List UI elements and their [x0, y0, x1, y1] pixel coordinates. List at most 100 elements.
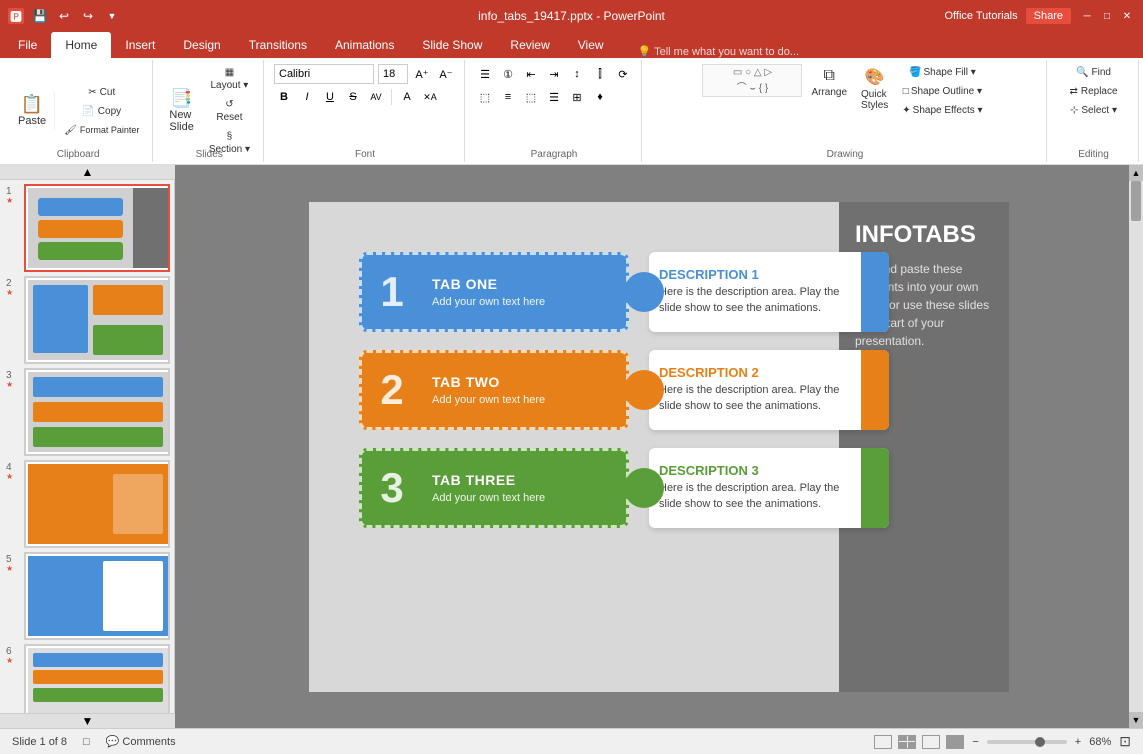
tab-file[interactable]: File	[4, 32, 51, 58]
increase-font-btn[interactable]: A⁺	[412, 64, 432, 84]
infotabs-title: INFOTABS	[855, 222, 993, 248]
zoom-in-btn[interactable]: +	[1075, 736, 1081, 748]
slide-thumb-5[interactable]	[24, 552, 170, 640]
slide-thumb-4[interactable]	[24, 460, 170, 548]
tab-transitions[interactable]: Transitions	[235, 32, 321, 58]
comments-btn[interactable]: 💬 Comments	[106, 735, 176, 748]
title-bar-right: Office Tutorials Share ─ □ ✕	[944, 8, 1135, 24]
share-btn[interactable]: Share	[1026, 8, 1071, 24]
cut-btn[interactable]: ✂Cut	[59, 84, 144, 101]
new-slide-btn[interactable]: 📑 NewSlide	[163, 85, 199, 137]
smart-art-btn[interactable]: ♦	[590, 87, 610, 107]
underline-btn[interactable]: U	[320, 87, 340, 107]
slide-thumb-1[interactable]	[24, 184, 170, 272]
quick-styles-icon: 🎨	[865, 67, 885, 87]
normal-view-btn[interactable]	[874, 735, 892, 749]
tab-text-3: TAB THREE Add your own text here	[422, 464, 626, 512]
font-size-input[interactable]	[378, 64, 408, 84]
tab-view[interactable]: View	[564, 32, 618, 58]
tab-home[interactable]: Home	[51, 32, 111, 58]
quick-styles-btn[interactable]: 🎨 QuickStyles	[856, 64, 893, 114]
tab-animations[interactable]: Animations	[321, 32, 408, 58]
fit-slide-btn[interactable]: ⊡	[1119, 733, 1131, 750]
close-btn[interactable]: ✕	[1119, 8, 1135, 24]
thumb-6-row1	[33, 653, 163, 667]
tab-design[interactable]: Design	[169, 32, 234, 58]
zoom-thumb[interactable]	[1035, 737, 1045, 747]
scroll-down-btn[interactable]: ▼	[0, 713, 175, 728]
smallcaps-btn[interactable]: AV	[366, 87, 386, 107]
customize-quick-btn[interactable]: ▼	[102, 6, 122, 26]
text-direction-btn[interactable]: ⟳	[613, 64, 633, 84]
redo-quick-btn[interactable]: ↪	[78, 6, 98, 26]
select-icon: ⊹	[1070, 105, 1078, 116]
vertical-scrollbar: ▲ ▼	[1129, 165, 1143, 728]
slide-area: ◀ INFOTABS Cut and paste these elements …	[175, 165, 1143, 728]
group-slides: 📑 NewSlide ▦ Layout ▾ ↺ Reset § Section …	[155, 60, 264, 162]
bullets-btn[interactable]: ☰	[475, 64, 495, 84]
thumb-1-tab1	[38, 198, 123, 216]
save-quick-btn[interactable]: 💾	[30, 6, 50, 26]
tab-accent-2	[861, 350, 889, 430]
reset-btn[interactable]: ↺ Reset	[204, 96, 255, 126]
format-painter-btn[interactable]: 🖌Format Painter	[59, 122, 144, 139]
tab-item-3[interactable]: 3 TAB THREE Add your own text here DESCR…	[359, 448, 889, 528]
slide-thumb-6[interactable]	[24, 644, 170, 712]
paste-btn[interactable]: 📋 Paste	[12, 91, 55, 131]
align-space-btn[interactable]: ⊞	[567, 87, 587, 107]
font-name-input[interactable]	[274, 64, 374, 84]
maximize-btn[interactable]: □	[1099, 8, 1115, 24]
zoom-out-btn[interactable]: −	[972, 736, 978, 748]
office-tutorials-btn[interactable]: Office Tutorials	[944, 10, 1017, 22]
slide-thumb-2[interactable]	[24, 276, 170, 364]
decrease-font-btn[interactable]: A⁻	[436, 64, 456, 84]
increase-indent-btn[interactable]: ⇥	[544, 64, 564, 84]
tab-circle-2	[624, 370, 664, 410]
italic-btn[interactable]: I	[297, 87, 317, 107]
clear-format-btn[interactable]: ✕A	[420, 87, 440, 107]
thumb-1-tab2	[38, 220, 123, 238]
zoom-slider[interactable]	[987, 740, 1067, 744]
tab-review[interactable]: Review	[496, 32, 563, 58]
line-spacing-btn[interactable]: ↕	[567, 64, 587, 84]
replace-btn[interactable]: ⇄ Replace	[1064, 83, 1122, 100]
main-slide[interactable]: INFOTABS Cut and paste these elements in…	[309, 202, 1009, 692]
layout-btn[interactable]: ▦ Layout ▾	[204, 64, 255, 94]
vscroll-thumb[interactable]	[1131, 181, 1141, 221]
vscroll-up-btn[interactable]: ▲	[1129, 165, 1143, 181]
numbering-btn[interactable]: ①	[498, 64, 518, 84]
minimize-btn[interactable]: ─	[1079, 8, 1095, 24]
arrange-btn[interactable]: ⧉ Arrange	[806, 64, 852, 101]
font-color-btn[interactable]: A	[397, 87, 417, 107]
shape-fill-btn[interactable]: 🪣 Shape Fill ▾	[897, 64, 987, 81]
tab-slideshow[interactable]: Slide Show	[408, 32, 496, 58]
find-btn[interactable]: 🔍 Find	[1064, 64, 1122, 81]
copy-btn[interactable]: 📄Copy	[59, 103, 144, 120]
columns-btn[interactable]: ⫿	[590, 64, 610, 84]
vscroll-down-btn[interactable]: ▼	[1129, 712, 1143, 728]
slide-thumb-3[interactable]	[24, 368, 170, 456]
reading-view-btn[interactable]	[922, 735, 940, 749]
undo-quick-btn[interactable]: ↩	[54, 6, 74, 26]
align-right-btn[interactable]: ⬚	[521, 87, 541, 107]
shape-outline-btn[interactable]: □ Shape Outline ▾	[897, 83, 987, 100]
align-left-btn[interactable]: ⬚	[475, 87, 495, 107]
slide-sorter-btn[interactable]	[898, 735, 916, 749]
tab-insert[interactable]: Insert	[111, 32, 169, 58]
shape-effects-btn[interactable]: ✦ Shape Effects ▾	[897, 102, 987, 119]
strikethrough-btn[interactable]: S	[343, 87, 363, 107]
tab-right-2: DESCRIPTION 2 Here is the description ar…	[649, 350, 889, 430]
justify-btn[interactable]: ☰	[544, 87, 564, 107]
scroll-up-btn[interactable]: ▲	[0, 165, 175, 180]
star-icon-5: ★	[6, 564, 13, 573]
tab-item-1[interactable]: 1 TAB ONE Add your own text here DESCRIP…	[359, 252, 889, 332]
tab-item-2[interactable]: 2 TAB TWO Add your own text here DESCRIP…	[359, 350, 889, 430]
bold-btn[interactable]: B	[274, 87, 294, 107]
thumb-4-bg	[28, 464, 168, 544]
tell-me-bar[interactable]: 💡 Tell me what you want to do...	[618, 45, 1143, 58]
select-btn[interactable]: ⊹ Select ▾	[1064, 102, 1122, 119]
decrease-indent-btn[interactable]: ⇤	[521, 64, 541, 84]
thumb-2-right1	[93, 285, 163, 315]
slideshow-btn[interactable]	[946, 735, 964, 749]
align-center-btn[interactable]: ≡	[498, 87, 518, 107]
